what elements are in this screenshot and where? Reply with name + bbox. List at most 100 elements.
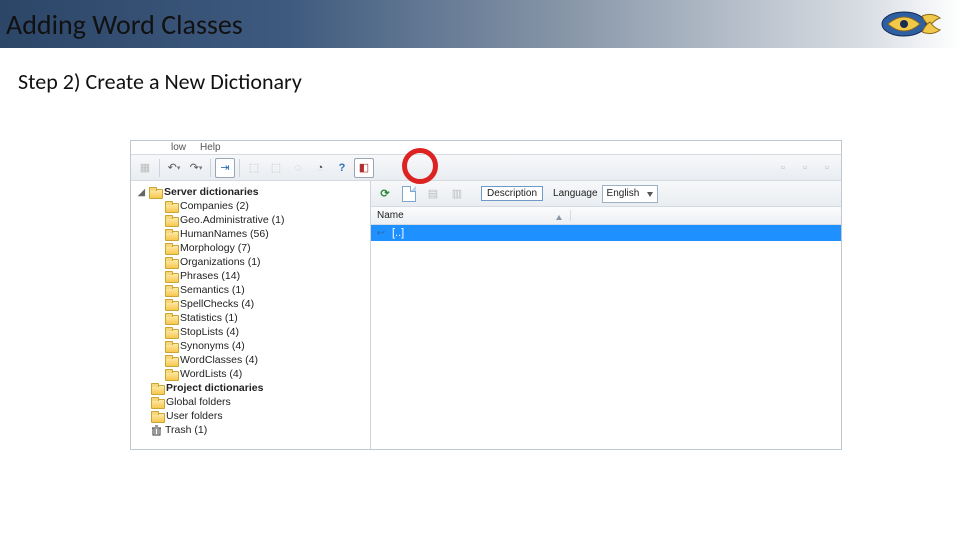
language-label: Language: [553, 188, 598, 199]
tree-label: Project dictionaries: [166, 382, 263, 394]
tree-label: SpellChecks (4): [180, 298, 254, 310]
column-name-label: Name: [377, 210, 404, 221]
folder-icon: [165, 229, 177, 239]
tree-node[interactable]: Morphology (7): [135, 241, 370, 255]
tree-node[interactable]: Geo.Administrative (1): [135, 213, 370, 227]
new-dictionary-button[interactable]: [399, 184, 419, 204]
application-window: low Help ▦ ↶▾ ↷▾ ⇥ ⬚ ⬚ ◌ ◔ ? ◧ ▫ ▫ ▫ ◢ S…: [130, 140, 842, 450]
tree-node[interactable]: Synonyms (4): [135, 339, 370, 353]
tree-label: Trash (1): [165, 424, 207, 436]
content-toolbar: ⟳ ▤ ▥ Description Language English: [371, 181, 841, 207]
description-field[interactable]: Description: [481, 186, 543, 201]
folder-icon: [165, 257, 177, 267]
language-value: English: [607, 188, 640, 199]
menu-item-help[interactable]: Help: [200, 142, 221, 153]
toolbar-separator: [210, 159, 211, 177]
redo-icon: ↷: [190, 161, 199, 174]
up-arrow-icon: ↩: [375, 227, 387, 239]
tree-node[interactable]: Semantics (1): [135, 283, 370, 297]
tree-node-server-dictionaries[interactable]: ◢ Server dictionaries: [135, 185, 370, 199]
tree-node[interactable]: User folders: [135, 409, 370, 423]
toolbar-button-right-1[interactable]: ▫: [773, 158, 793, 178]
refresh-button[interactable]: ⟳: [375, 184, 395, 204]
clock-icon: ◔: [317, 162, 324, 174]
dictionary-list: ↩ [..]: [371, 225, 841, 449]
toolbar-button-disabled-2: ⬚: [266, 158, 286, 178]
toolbar-button-right-2[interactable]: ▫: [795, 158, 815, 178]
tree-label: Geo.Administrative (1): [180, 214, 284, 226]
clock-button[interactable]: ◔: [310, 158, 330, 178]
folder-icon: [165, 285, 177, 295]
toolbar2-button-1[interactable]: ▤: [423, 184, 443, 204]
tree-label: Semantics (1): [180, 284, 245, 296]
folder-icon: [151, 411, 163, 421]
tree-node[interactable]: Project dictionaries: [135, 381, 370, 395]
list-row-parent-dir[interactable]: ↩ [..]: [371, 225, 841, 241]
help-icon: ?: [339, 162, 346, 174]
tree-node[interactable]: StopLists (4): [135, 325, 370, 339]
tree-node[interactable]: Global folders: [135, 395, 370, 409]
main-toolbar: ▦ ↶▾ ↷▾ ⇥ ⬚ ⬚ ◌ ◔ ? ◧ ▫ ▫ ▫: [131, 155, 841, 181]
toolbar-button-right-3[interactable]: ▫: [817, 158, 837, 178]
toolbar-button-generic-1[interactable]: ▦: [135, 158, 155, 178]
language-dropdown[interactable]: English: [602, 185, 659, 203]
menu-item-fragment[interactable]: low: [171, 142, 186, 153]
exit-button[interactable]: ⇥: [215, 158, 235, 178]
tree-node[interactable]: HumanNames (56): [135, 227, 370, 241]
redo-button[interactable]: ↷▾: [186, 158, 206, 178]
folder-icon: [151, 383, 163, 393]
folder-icon: [165, 201, 177, 211]
folder-icon: [165, 341, 177, 351]
step-instruction: Step 2) Create a New Dictionary: [0, 48, 960, 95]
folder-icon: [165, 299, 177, 309]
description-label: Description: [487, 188, 537, 199]
collapse-icon[interactable]: ◢: [137, 187, 146, 198]
tree-label: WordLists (4): [180, 368, 242, 380]
menu-bar-fragment: low Help: [131, 141, 841, 155]
tree-node[interactable]: Companies (2): [135, 199, 370, 213]
toolbar-separator: [159, 159, 160, 177]
toolbar-separator: [239, 159, 240, 177]
tree-node[interactable]: Statistics (1): [135, 311, 370, 325]
tree-label: HumanNames (56): [180, 228, 269, 240]
exit-icon: ⇥: [220, 161, 229, 174]
folder-icon: [149, 187, 161, 197]
content-pane: ⟳ ▤ ▥ Description Language English Name: [371, 181, 841, 449]
tree-node[interactable]: WordClasses (4): [135, 353, 370, 367]
folder-icon: [165, 243, 177, 253]
help-button[interactable]: ?: [332, 158, 352, 178]
list-column-header[interactable]: Name: [371, 207, 841, 225]
tree-label: StopLists (4): [180, 326, 239, 338]
tree-node[interactable]: SpellChecks (4): [135, 297, 370, 311]
folder-icon: [165, 369, 177, 379]
folder-icon: [165, 215, 177, 225]
tree-label: Synonyms (4): [180, 340, 245, 352]
toolbar2-button-2[interactable]: ▥: [447, 184, 467, 204]
tree-node[interactable]: WordLists (4): [135, 367, 370, 381]
list-item-label: [..]: [392, 227, 404, 239]
tree-label: WordClasses (4): [180, 354, 258, 366]
folder-icon: [151, 397, 163, 407]
tree-node[interactable]: Organizations (1): [135, 255, 370, 269]
undo-button[interactable]: ↶▾: [164, 158, 184, 178]
tree-label: Organizations (1): [180, 256, 261, 268]
dictionary-tree-pane: ◢ Server dictionaries Companies (2) Geo.A…: [131, 181, 371, 449]
bookmark-button[interactable]: ◧: [354, 158, 374, 178]
tree-label: User folders: [166, 410, 223, 422]
brand-logo-icon: [876, 2, 946, 46]
toolbar-button-disabled-1: ⬚: [244, 158, 264, 178]
tree-label: Morphology (7): [180, 242, 251, 254]
folder-icon: [165, 327, 177, 337]
tree-node[interactable]: Trash (1): [135, 423, 370, 437]
tree-node[interactable]: Phrases (14): [135, 269, 370, 283]
tree-label: Companies (2): [180, 200, 249, 212]
tree-label: Server dictionaries: [164, 186, 259, 198]
slide-title: Adding Word Classes: [6, 7, 243, 42]
tree-label: Statistics (1): [180, 312, 238, 324]
folder-icon: [165, 271, 177, 281]
trash-icon: [151, 425, 162, 436]
refresh-icon: ⟳: [380, 187, 389, 200]
tree-label: Global folders: [166, 396, 231, 408]
sort-ascending-icon: [556, 215, 562, 220]
folder-icon: [165, 313, 177, 323]
